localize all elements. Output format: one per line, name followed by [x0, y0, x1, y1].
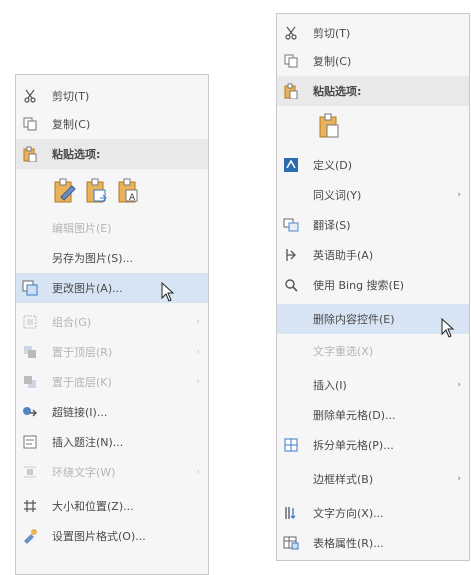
menu-item-translate[interactable]: 翻译(S) — [277, 210, 469, 240]
menu-item-copy[interactable]: 复制(C) — [16, 109, 208, 139]
menu-item-format-picture[interactable]: 设置图片格式(O)... — [16, 521, 208, 551]
menu-item-label: 超链接(I)... — [52, 406, 108, 419]
submenu-arrow-icon: › — [196, 347, 200, 357]
menu-item-cut[interactable]: 剪切(T) — [16, 81, 208, 111]
split-cells-icon — [283, 437, 299, 453]
menu-item-label: 剪切(T) — [313, 27, 351, 40]
paste-text-only-icon[interactable]: A — [116, 177, 142, 205]
submenu-arrow-icon: › — [457, 380, 461, 390]
paste-keep-format-icon[interactable] — [52, 177, 78, 205]
menu-item-insert[interactable]: 插入(I) › — [277, 370, 469, 400]
submenu-arrow-icon: › — [196, 467, 200, 477]
copy-icon — [283, 53, 299, 69]
menu-item-label: 插入(I) — [313, 379, 347, 392]
menu-item-synonyms[interactable]: 同义词(Y) › — [277, 180, 469, 210]
menu-item-label: 边框样式(B) — [313, 473, 374, 486]
send-to-back-icon — [22, 374, 38, 390]
paste-keep-text-icon[interactable] — [317, 112, 343, 140]
clipboard-icon — [283, 83, 299, 99]
menu-item-change-picture[interactable]: 更改图片(A)... — [16, 273, 208, 303]
menu-item-label: 设置图片格式(O)... — [52, 530, 146, 543]
menu-item-label: 删除内容控件(E) — [313, 313, 395, 326]
define-icon — [283, 157, 299, 173]
menu-item-label: 表格属性(R)... — [313, 537, 384, 550]
menu-item-bring-to-front[interactable]: 置于顶层(R) › — [16, 337, 208, 367]
menu-item-split-cells[interactable]: 拆分单元格(P)... — [277, 430, 469, 460]
menu-item-label: 翻译(S) — [313, 219, 351, 232]
search-icon — [283, 277, 299, 293]
submenu-arrow-icon: › — [196, 377, 200, 387]
menu-item-label: 文字方向(X)... — [313, 507, 384, 520]
paste-options-row: A — [16, 173, 208, 209]
scissors-icon — [22, 88, 38, 104]
paste-options-header: 粘贴选项: — [16, 139, 208, 169]
picture-context-menu: 剪切(T) 复制(C) 粘贴选项: A 编辑图片(E) 另存为图片(S)... — [15, 74, 209, 575]
menu-item-label: 拆分单元格(P)... — [313, 439, 394, 452]
menu-item-label: 另存为图片(S)... — [52, 252, 134, 265]
menu-item-border-styles[interactable]: 边框样式(B) › — [277, 464, 469, 494]
link-icon — [22, 404, 38, 420]
menu-item-label: 使用 Bing 搜索(E) — [313, 279, 405, 292]
change-picture-icon — [22, 280, 38, 296]
menu-item-copy[interactable]: 复制(C) — [277, 46, 469, 76]
menu-item-table-properties[interactable]: 表格属性(R)... — [277, 528, 469, 558]
menu-item-edit-picture[interactable]: 编辑图片(E) — [16, 213, 208, 243]
menu-item-cut[interactable]: 剪切(T) — [277, 18, 469, 48]
mouse-pointer-icon — [161, 281, 175, 302]
format-picture-icon — [22, 528, 38, 544]
menu-item-label: 同义词(Y) — [313, 189, 362, 202]
menu-item-label: 文字重选(X) — [313, 345, 374, 358]
bring-to-front-icon — [22, 344, 38, 360]
menu-item-label: 删除单元格(D)... — [313, 409, 396, 422]
text-direction-icon — [283, 505, 299, 521]
menu-item-delete-cells[interactable]: 删除单元格(D)... — [277, 400, 469, 430]
menu-item-label: 置于顶层(R) — [52, 346, 113, 359]
menu-item-search-bing[interactable]: 使用 Bing 搜索(E) — [277, 270, 469, 300]
menu-item-label: 剪切(T) — [52, 90, 90, 103]
menu-item-group[interactable]: 组合(G) › — [16, 307, 208, 337]
size-position-icon — [22, 498, 38, 514]
menu-item-label: 置于底层(K) — [52, 376, 112, 389]
menu-item-text-direction-disabled[interactable]: 文字重选(X) — [277, 336, 469, 366]
table-properties-icon — [283, 535, 299, 551]
menu-item-label: 更改图片(A)... — [52, 282, 123, 295]
menu-item-save-as-picture[interactable]: 另存为图片(S)... — [16, 243, 208, 273]
menu-item-size-position[interactable]: 大小和位置(Z)... — [16, 491, 208, 521]
menu-item-label: 复制(C) — [52, 118, 91, 131]
submenu-arrow-icon: › — [457, 474, 461, 484]
menu-item-label: 大小和位置(Z)... — [52, 500, 134, 513]
menu-item-send-to-back[interactable]: 置于底层(K) › — [16, 367, 208, 397]
paste-options-label: 粘贴选项: — [52, 148, 101, 161]
paste-picture-icon[interactable] — [84, 177, 110, 205]
submenu-arrow-icon: › — [457, 190, 461, 200]
paste-options-header: 粘贴选项: — [277, 76, 469, 106]
menu-item-label: 英语助手(A) — [313, 249, 374, 262]
researcher-icon — [283, 247, 299, 263]
mouse-pointer-icon — [441, 317, 455, 338]
paste-options-label: 粘贴选项: — [313, 85, 362, 98]
menu-item-insert-caption[interactable]: 插入题注(N)... — [16, 427, 208, 457]
table-context-menu: 剪切(T) 复制(C) 粘贴选项: 定义(D) 同义词(Y) › 翻译(S) 英… — [276, 13, 470, 561]
paste-options-row — [277, 108, 469, 144]
clipboard-icon — [22, 146, 38, 162]
caption-icon — [22, 434, 38, 450]
scissors-icon — [283, 25, 299, 41]
group-icon — [22, 314, 38, 330]
menu-item-define[interactable]: 定义(D) — [277, 150, 469, 180]
menu-item-text-direction[interactable]: 文字方向(X)... — [277, 498, 469, 528]
menu-item-label: 复制(C) — [313, 55, 352, 68]
wrap-text-icon — [22, 464, 38, 480]
submenu-arrow-icon: › — [196, 317, 200, 327]
menu-item-label: 定义(D) — [313, 159, 353, 172]
menu-item-researcher[interactable]: 英语助手(A) — [277, 240, 469, 270]
copy-icon — [22, 116, 38, 132]
menu-item-wrap-text[interactable]: 环绕文字(W) › — [16, 457, 208, 487]
menu-item-link[interactable]: 超链接(I)... — [16, 397, 208, 427]
menu-item-label: 环绕文字(W) — [52, 466, 116, 479]
svg-text:A: A — [129, 193, 136, 203]
translate-icon — [283, 217, 299, 233]
menu-item-label: 编辑图片(E) — [52, 222, 112, 235]
menu-item-label: 组合(G) — [52, 316, 92, 329]
menu-item-label: 插入题注(N)... — [52, 436, 124, 449]
